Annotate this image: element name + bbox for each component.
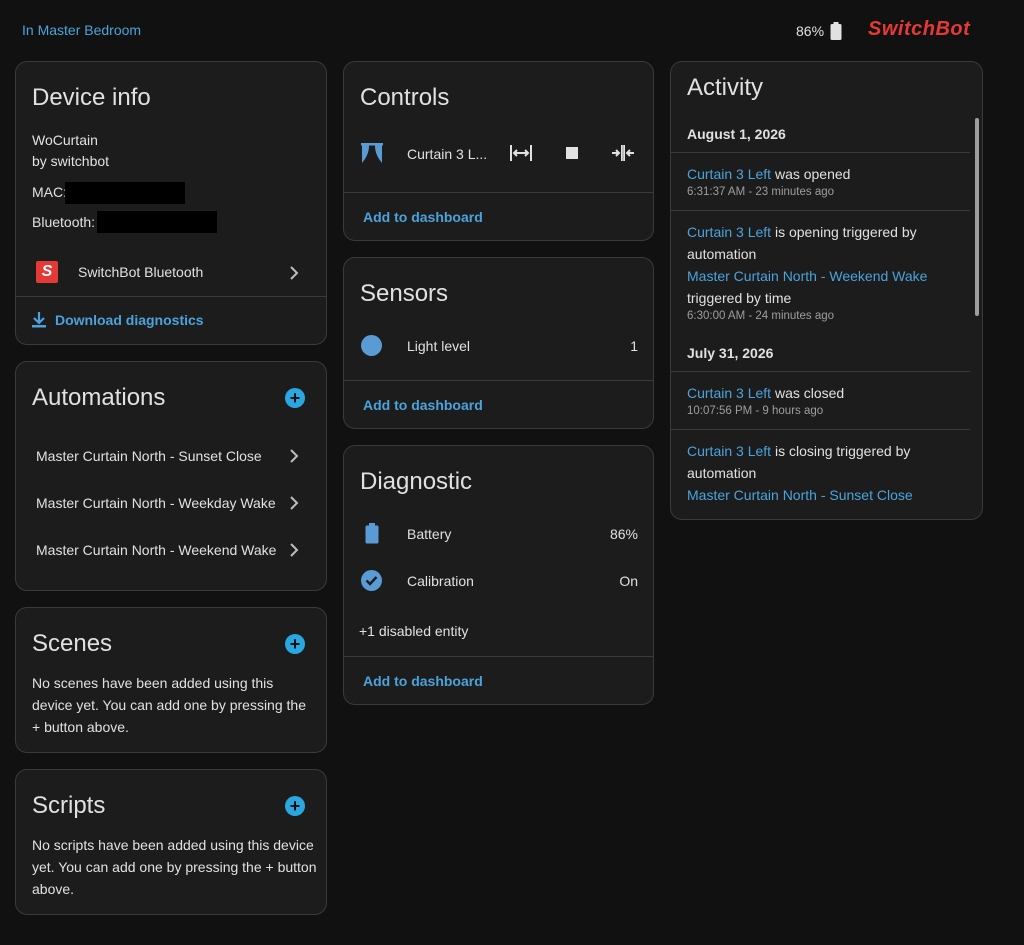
diagnostic-row-calibration[interactable]: Calibration On bbox=[344, 565, 654, 597]
controls-title: Controls bbox=[360, 84, 450, 111]
download-diagnostics-button[interactable]: Download diagnostics bbox=[32, 312, 232, 334]
activity-time: 6:30:00 AM - 24 minutes ago bbox=[687, 310, 835, 322]
check-circle-icon bbox=[361, 570, 382, 591]
automation-item[interactable]: Master Curtain North - Weekday Wake bbox=[16, 485, 326, 521]
diagnostic-label: Battery bbox=[407, 526, 452, 542]
sensors-add-to-dashboard-button[interactable]: Add to dashboard bbox=[363, 397, 483, 413]
switchbot-logo-icon: S bbox=[36, 261, 58, 283]
sensors-title: Sensors bbox=[360, 280, 449, 307]
activity-card: Activity August 1, 2026 Curtain 3 Left w… bbox=[670, 61, 983, 520]
chevron-right-icon bbox=[290, 496, 299, 510]
download-icon bbox=[32, 312, 46, 328]
activity-title: Activity bbox=[687, 74, 764, 101]
activity-date-header: August 1, 2026 bbox=[687, 126, 786, 142]
battery-percent: 86% bbox=[796, 23, 825, 39]
activity-scrollbar[interactable] bbox=[975, 118, 979, 316]
curtains-icon bbox=[361, 143, 383, 163]
curtain-entity-row[interactable]: Curtain 3 L... bbox=[344, 134, 654, 174]
open-curtain-icon[interactable] bbox=[510, 145, 532, 161]
activity-automation-link[interactable]: Master Curtain North - Weekend Wake bbox=[687, 265, 967, 287]
activity-extra-text: triggered by time bbox=[687, 290, 792, 306]
battery-icon bbox=[365, 523, 379, 544]
add-script-button[interactable]: + bbox=[285, 796, 305, 816]
scenes-title: Scenes bbox=[32, 630, 113, 657]
sensor-value: 1 bbox=[630, 338, 638, 354]
light-level-icon bbox=[361, 335, 382, 356]
controls-add-to-dashboard-button[interactable]: Add to dashboard bbox=[363, 209, 483, 225]
diagnostic-row-battery[interactable]: Battery 86% bbox=[344, 518, 654, 550]
activity-divider bbox=[671, 152, 970, 153]
diagnostic-add-to-dashboard-button[interactable]: Add to dashboard bbox=[363, 673, 483, 689]
activity-entity-link[interactable]: Curtain 3 Left bbox=[687, 385, 771, 401]
automation-label: Master Curtain North - Sunset Close bbox=[36, 448, 262, 464]
automation-item[interactable]: Master Curtain North - Weekend Wake bbox=[16, 532, 326, 568]
activity-entry: Curtain 3 Left was opened 6:31:37 AM - 2… bbox=[687, 163, 967, 198]
battery-icon bbox=[830, 22, 842, 40]
device-model: WoCurtain bbox=[32, 132, 98, 148]
activity-divider bbox=[671, 210, 970, 211]
activity-entry: Curtain 3 Left is opening triggered by a… bbox=[687, 221, 967, 322]
activity-time: 6:31:37 AM - 23 minutes ago bbox=[687, 186, 835, 198]
controls-divider bbox=[344, 192, 653, 193]
diagnostic-value: On bbox=[619, 573, 638, 589]
automations-title: Automations bbox=[32, 384, 166, 411]
device-info-card: Device info WoCurtain by switchbot MAC: … bbox=[15, 61, 327, 345]
top-bar: In Master Bedroom 86% SwitchBot bbox=[0, 0, 1024, 60]
sensors-divider bbox=[344, 380, 653, 381]
activity-text: was opened bbox=[771, 166, 851, 182]
curtain-entity-name: Curtain 3 L... bbox=[407, 146, 488, 162]
scripts-empty-text: No scripts have been added using this de… bbox=[32, 837, 317, 897]
stop-icon[interactable] bbox=[566, 147, 578, 159]
diagnostic-value: 86% bbox=[609, 526, 638, 542]
diagnostic-label: Calibration bbox=[407, 573, 474, 589]
diagnostic-title: Diagnostic bbox=[360, 468, 473, 495]
automation-label: Master Curtain North - Weekday Wake bbox=[36, 495, 276, 511]
scenes-card: Scenes + No scenes have been added using… bbox=[15, 607, 327, 753]
scripts-card: Scripts + No scripts have been added usi… bbox=[15, 769, 327, 915]
chevron-right-icon bbox=[290, 449, 299, 463]
device-manufacturer: by switchbot bbox=[32, 153, 110, 169]
sensor-row-light-level[interactable]: Light level 1 bbox=[344, 330, 654, 362]
area-link[interactable]: In Master Bedroom bbox=[22, 22, 141, 38]
disabled-entities-link[interactable]: +1 disabled entity bbox=[359, 623, 468, 639]
sensors-card: Sensors Light level 1 Add to dashboard bbox=[343, 257, 654, 429]
activity-divider bbox=[671, 429, 970, 430]
activity-time: 10:07:56 PM - 9 hours ago bbox=[687, 405, 824, 417]
automations-card: Automations + Master Curtain North - Sun… bbox=[15, 361, 327, 591]
battery-status: 86% bbox=[796, 22, 842, 40]
device-info-title: Device info bbox=[32, 84, 151, 111]
diagnostic-card: Diagnostic Battery 86% Calibration On +1… bbox=[343, 445, 654, 705]
add-scene-button[interactable]: + bbox=[285, 634, 305, 654]
integration-row[interactable]: S SwitchBot Bluetooth bbox=[16, 248, 326, 294]
activity-date-header: July 31, 2026 bbox=[687, 345, 774, 361]
bluetooth-redacted bbox=[97, 211, 217, 233]
device-info-divider bbox=[16, 296, 326, 297]
activity-automation-link[interactable]: Master Curtain North - Sunset Close bbox=[687, 484, 967, 506]
automation-item[interactable]: Master Curtain North - Sunset Close bbox=[16, 438, 326, 474]
chevron-right-icon bbox=[290, 543, 299, 557]
activity-entity-link[interactable]: Curtain 3 Left bbox=[687, 166, 771, 182]
sensor-label: Light level bbox=[407, 338, 471, 354]
activity-entity-link[interactable]: Curtain 3 Left bbox=[687, 224, 771, 240]
close-curtain-icon[interactable] bbox=[612, 145, 634, 161]
bluetooth-label: Bluetooth: bbox=[32, 214, 96, 230]
chevron-right-icon bbox=[290, 266, 299, 280]
scenes-empty-text: No scenes have been added using this dev… bbox=[32, 675, 306, 735]
activity-entry: Curtain 3 Left was closed 10:07:56 PM - … bbox=[687, 382, 967, 417]
scripts-title: Scripts bbox=[32, 792, 106, 819]
integration-name: SwitchBot Bluetooth bbox=[78, 264, 204, 280]
add-automation-button[interactable]: + bbox=[285, 388, 305, 408]
diagnostic-divider bbox=[344, 656, 653, 657]
mac-redacted bbox=[65, 182, 185, 204]
download-diagnostics-label: Download diagnostics bbox=[55, 312, 204, 328]
activity-text: was closed bbox=[771, 385, 845, 401]
activity-divider bbox=[671, 371, 970, 372]
activity-entry: Curtain 3 Left is closing triggered by a… bbox=[687, 440, 967, 506]
controls-card: Controls Curtain 3 L... Add to dashboard bbox=[343, 61, 654, 241]
mac-label: MAC: bbox=[32, 184, 67, 200]
automation-label: Master Curtain North - Weekend Wake bbox=[36, 542, 277, 558]
brand-logo: SwitchBot bbox=[868, 18, 971, 40]
activity-entity-link[interactable]: Curtain 3 Left bbox=[687, 443, 771, 459]
